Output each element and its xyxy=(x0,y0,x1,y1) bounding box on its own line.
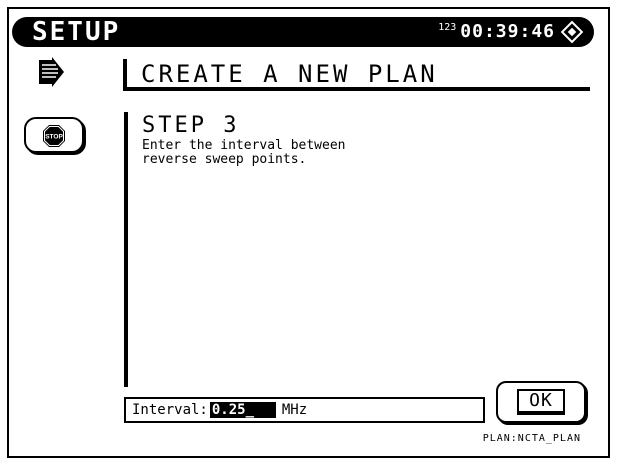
title-bar: SETUP 123 00:39:46 xyxy=(12,17,594,47)
step-line-2: reverse sweep points. xyxy=(142,152,307,167)
plan-name: PLAN:NCTA_PLAN xyxy=(482,433,581,444)
stop-icon: STOP xyxy=(43,125,65,147)
clock-badge: 123 xyxy=(438,22,457,33)
ok-button-label: OK xyxy=(517,389,565,415)
app-title: SETUP xyxy=(32,17,121,47)
stop-button[interactable]: STOP xyxy=(24,117,84,153)
step-line-1: Enter the interval between xyxy=(142,138,346,153)
ok-button[interactable]: OK xyxy=(496,381,586,423)
diamond-indicator-icon xyxy=(560,20,584,44)
clock-area: 123 00:39:46 xyxy=(438,17,584,47)
clock: 00:39:46 xyxy=(460,21,555,42)
interval-label: Interval: xyxy=(132,402,208,418)
step-title: STEP 3 xyxy=(142,113,240,138)
page-heading: CREATE A NEW PLAN xyxy=(141,60,438,88)
interval-unit: MHz xyxy=(281,402,308,418)
content-divider xyxy=(124,112,128,387)
plan-arrow-icon xyxy=(36,57,64,87)
stop-icon-label: STOP xyxy=(45,134,63,141)
interval-field[interactable]: Interval: 0.25_ MHz xyxy=(124,397,485,423)
interval-input[interactable]: 0.25_ xyxy=(209,402,276,418)
heading-box: CREATE A NEW PLAN xyxy=(123,59,590,91)
step-instructions: Enter the interval between reverse sweep… xyxy=(142,139,346,167)
